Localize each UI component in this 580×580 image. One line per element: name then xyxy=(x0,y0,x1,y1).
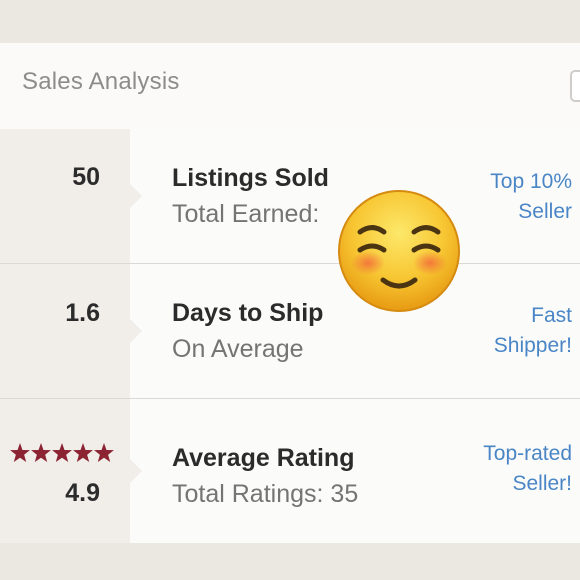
row-title: Listings Sold xyxy=(172,164,329,192)
row-title: Days to Ship xyxy=(172,299,324,327)
page-title: Sales Analysis xyxy=(22,68,180,95)
badge-line: Seller! xyxy=(512,472,572,495)
stat-panel: 4.9 xyxy=(0,399,130,543)
star-icon xyxy=(94,443,114,462)
row-subtitle: Total Earned: xyxy=(172,200,320,228)
stat-value: 50 xyxy=(72,163,100,191)
stat-row-shipping: 1.6 Days to Ship On Average Fast Shipper… xyxy=(0,264,580,399)
pointer-arrow xyxy=(130,459,142,483)
sales-analysis-card: Sales Analysis 50 Listings Sold Total Ea… xyxy=(0,43,580,543)
smiling-blushing-face-emoji-icon xyxy=(338,190,460,312)
row-subtitle: Total Ratings: 35 xyxy=(172,480,359,508)
badge-line: Fast xyxy=(531,304,572,327)
card-header: Sales Analysis xyxy=(0,43,580,130)
stat-row-listings: 50 Listings Sold Total Earned: Top 10% S… xyxy=(0,129,580,264)
stat-panel: 1.6 xyxy=(0,264,130,398)
badge-line: Seller xyxy=(518,200,572,223)
badge-link[interactable]: Fast Shipper! xyxy=(494,301,572,361)
stat-panel: 50 xyxy=(0,129,130,263)
star-icon xyxy=(52,443,72,462)
row-title: Average Rating xyxy=(172,444,355,472)
page: Sales Analysis 50 Listings Sold Total Ea… xyxy=(0,0,580,580)
badge-line: Top 10% xyxy=(490,170,572,193)
badge-line: Shipper! xyxy=(493,334,572,357)
row-subtitle: On Average xyxy=(172,335,304,363)
stat-value: 4.9 xyxy=(65,479,100,507)
star-icon xyxy=(10,443,30,462)
pointer-arrow xyxy=(130,319,142,343)
star-icon xyxy=(31,443,51,462)
badge-line: Top-rated xyxy=(483,442,572,465)
stat-row-rating: 4.9 Average Rating Total Ratings: 35 Top… xyxy=(0,399,580,543)
pointer-arrow xyxy=(130,184,142,208)
header-toggle-button[interactable] xyxy=(570,70,580,102)
badge-link[interactable]: Top 10% Seller xyxy=(490,167,572,227)
badge-link[interactable]: Top-rated Seller! xyxy=(483,439,572,499)
star-rating xyxy=(10,443,115,463)
star-icon xyxy=(73,443,93,462)
stat-value: 1.6 xyxy=(65,299,100,327)
